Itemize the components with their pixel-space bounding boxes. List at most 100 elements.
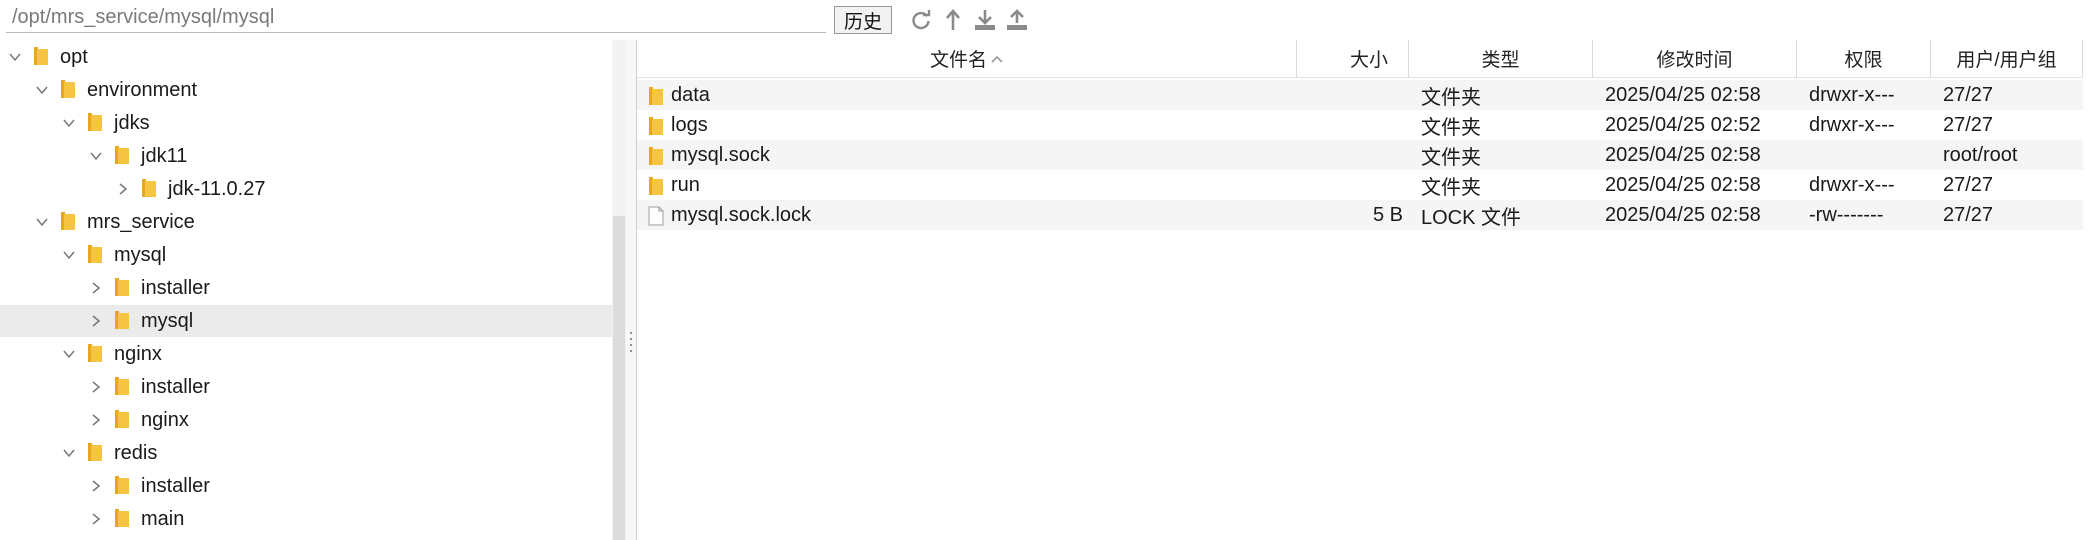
file-cell-size [1297,140,1403,170]
tree-item[interactable]: jdk11 [0,140,612,172]
column-header-size-label: 大小 [1349,50,1388,71]
chevron-down-icon[interactable] [8,50,22,64]
chevron-down-icon[interactable] [62,446,76,460]
column-header-modified[interactable]: 修改时间 [1593,40,1797,78]
file-cell-type: 文件夹 [1421,116,1481,139]
file-row[interactable]: mysql.sock 文件夹 2025/04/25 02:58 root/root [637,140,2083,170]
refresh-icon[interactable] [908,8,934,32]
column-header-permissions[interactable]: 权限 [1797,40,1931,78]
tree-item-label: mysql [141,309,194,332]
chevron-down-icon[interactable] [62,347,76,361]
tree-item-label: jdk11 [141,144,188,167]
tree-item-label: redis [114,441,158,464]
file-cell-size [1297,80,1403,110]
chevron-down-icon[interactable] [35,83,49,97]
history-button[interactable]: 历史 [834,6,892,34]
column-header-type[interactable]: 类型 [1409,40,1593,78]
path-input[interactable] [6,3,826,33]
tree-item[interactable]: jdks [0,107,612,139]
chevron-down-icon[interactable] [62,248,76,262]
pane-splitter[interactable] [626,40,636,540]
column-header-size[interactable]: 大小 [1297,40,1409,78]
tree-item[interactable]: nginx [0,404,612,436]
file-row[interactable]: logs 文件夹 2025/04/25 02:52 drwxr-x--- 27/27 [637,110,2083,140]
chevron-right-icon[interactable] [89,413,103,427]
tree-item[interactable]: jdk-11.0.27 [0,173,612,205]
tree-item[interactable]: redis [0,437,612,469]
file-cell-modified: 2025/04/25 02:58 [1605,83,1761,106]
file-cell-modified: 2025/04/25 02:58 [1605,203,1761,226]
file-row[interactable]: mysql.sock.lock 5 B LOCK 文件 2025/04/25 02:5… [637,200,2083,230]
tree-item[interactable]: main [0,503,612,535]
folder-icon [59,79,77,99]
folder-icon [86,244,104,264]
file-cell-permissions [1809,140,1929,170]
toolbar: 历史 [0,0,2090,38]
splitter-grip-icon[interactable] [628,330,634,354]
file-cell-owner: 27/27 [1943,203,1994,226]
folder-icon [59,211,77,231]
chevron-down-icon[interactable] [62,116,76,130]
tree-item[interactable]: mysql [0,239,612,271]
file-cell-modified: 2025/04/25 02:52 [1605,113,1761,136]
tree-item[interactable]: nginx [0,338,612,370]
folder-icon [86,112,104,132]
file-cell-type: 文件夹 [1421,176,1481,199]
folder-icon [113,376,131,396]
chevron-right-icon[interactable] [89,380,103,394]
column-header-permissions-label: 权限 [1844,50,1883,71]
tree-item-label: nginx [141,408,189,431]
folder-icon [647,146,665,166]
chevron-down-icon[interactable] [89,149,103,163]
tree-item[interactable]: mrs_service [0,206,612,238]
chevron-right-icon[interactable] [116,182,130,196]
chevron-right-icon[interactable] [89,479,103,493]
directory-tree: opt environment jdks jdk11 jdk-11.0.27 mrs_se… [0,40,612,540]
folder-icon [113,409,131,429]
file-cell-permissions: drwxr-x--- [1809,173,1895,196]
column-header-name[interactable]: 文件名 [637,40,1297,78]
file-cell-name: run [671,173,700,196]
file-cell-modified: 2025/04/25 02:58 [1605,173,1761,196]
folder-icon [647,116,665,136]
file-cell-owner: 27/27 [1943,83,1994,106]
upload-icon[interactable] [1004,8,1030,32]
tree-item-label: mrs_service [87,210,195,233]
tree-item-label: opt [60,45,88,68]
tree-scrollbar-thumb[interactable] [613,216,625,540]
sort-ascending-icon [991,55,1003,63]
file-cell-name: mysql.sock [671,143,770,166]
folder-icon [647,86,665,106]
tree-item[interactable]: opt [0,41,612,73]
file-cell-name: logs [671,113,708,136]
chevron-right-icon[interactable] [89,281,103,295]
tree-item-label: jdk-11.0.27 [168,177,266,200]
file-cell-type: LOCK 文件 [1421,206,1522,229]
tree-item[interactable]: installer [0,371,612,403]
tree-item-label: main [141,507,185,530]
chevron-down-icon[interactable] [35,215,49,229]
tree-item-label: installer [141,375,210,398]
folder-icon [113,475,131,495]
file-cell-name: mysql.sock.lock [671,203,812,226]
chevron-right-icon[interactable] [89,314,103,328]
file-row[interactable]: data 文件夹 2025/04/25 02:58 drwxr-x--- 27/27 [637,80,2083,110]
tree-item[interactable]: mysql [0,305,612,337]
folder-icon [113,145,131,165]
chevron-right-icon[interactable] [89,512,103,526]
go-up-icon[interactable] [940,8,966,32]
tree-item[interactable]: installer [0,470,612,502]
file-cell-name: data [671,83,710,106]
column-header-owner[interactable]: 用户/用户组 [1931,40,2083,78]
tree-scrollbar[interactable] [612,40,626,540]
tree-item[interactable]: installer [0,272,612,304]
column-header-modified-label: 修改时间 [1656,50,1733,71]
file-row[interactable]: run 文件夹 2025/04/25 02:58 drwxr-x--- 27/27 [637,170,2083,200]
column-header-type-label: 类型 [1481,50,1520,71]
file-cell-permissions: -rw------- [1809,203,1884,226]
tree-item[interactable]: environment [0,74,612,106]
download-icon[interactable] [972,8,998,32]
column-header-name-label: 文件名 [929,50,987,71]
tree-item-label: installer [141,276,210,299]
file-cell-owner: root/root [1943,143,2018,166]
